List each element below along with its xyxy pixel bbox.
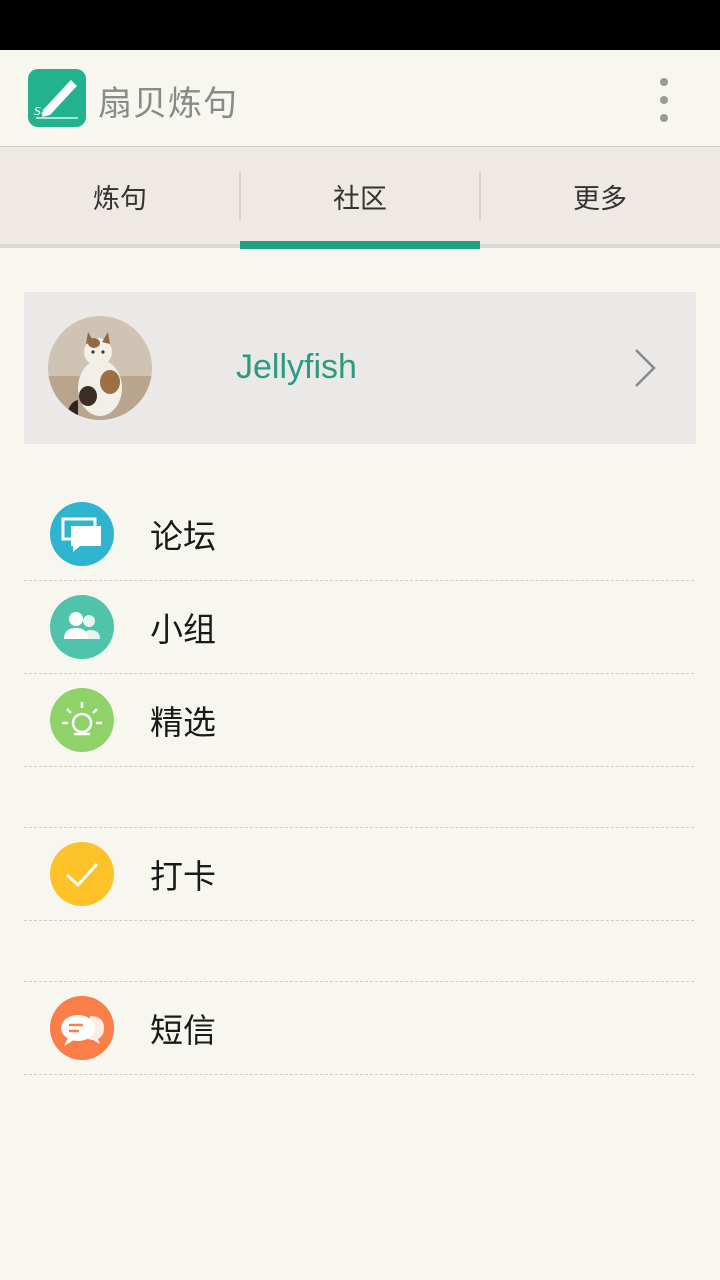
- check-icon: [50, 842, 114, 906]
- svg-text:Sa: Sa: [34, 105, 48, 118]
- forum-icon: [50, 502, 114, 566]
- menu-item-featured[interactable]: 精选: [0, 674, 720, 766]
- chevron-right-icon: [630, 346, 658, 390]
- group-icon: [50, 595, 114, 659]
- divider: [24, 766, 694, 767]
- bulb-icon: [50, 688, 114, 752]
- tab-label: 社区: [333, 183, 387, 215]
- menu-label: 精选: [150, 703, 216, 742]
- tab-bar: 炼句 社区 更多: [0, 146, 720, 249]
- menu-label: 论坛: [150, 517, 216, 556]
- username: Jellyfish: [236, 348, 357, 386]
- tab-label: 炼句: [93, 183, 147, 215]
- divider: [24, 1074, 694, 1075]
- app-logo-icon: Sa: [28, 69, 86, 127]
- profile-card[interactable]: Jellyfish: [24, 292, 696, 444]
- avatar[interactable]: [48, 316, 152, 420]
- menu-item-groups[interactable]: 小组: [0, 581, 720, 673]
- more-options-icon[interactable]: [652, 78, 676, 122]
- tab-more[interactable]: 更多: [480, 147, 720, 245]
- status-bar: [0, 0, 720, 50]
- divider: [24, 920, 694, 921]
- tab-sentences[interactable]: 炼句: [0, 147, 240, 245]
- tab-label: 更多: [573, 183, 627, 215]
- menu-item-checkin[interactable]: 打卡: [0, 828, 720, 920]
- app-bar: Sa 扇贝炼句: [0, 50, 720, 146]
- active-tab-indicator: [240, 241, 480, 249]
- menu-item-forum[interactable]: 论坛: [0, 488, 720, 580]
- message-icon: [50, 996, 114, 1060]
- tab-community[interactable]: 社区: [240, 147, 480, 245]
- menu-label: 短信: [150, 1011, 216, 1050]
- menu-label: 小组: [150, 610, 216, 649]
- menu-item-messages[interactable]: 短信: [0, 982, 720, 1074]
- menu-label: 打卡: [150, 857, 216, 896]
- app-title: 扇贝炼句: [98, 84, 238, 124]
